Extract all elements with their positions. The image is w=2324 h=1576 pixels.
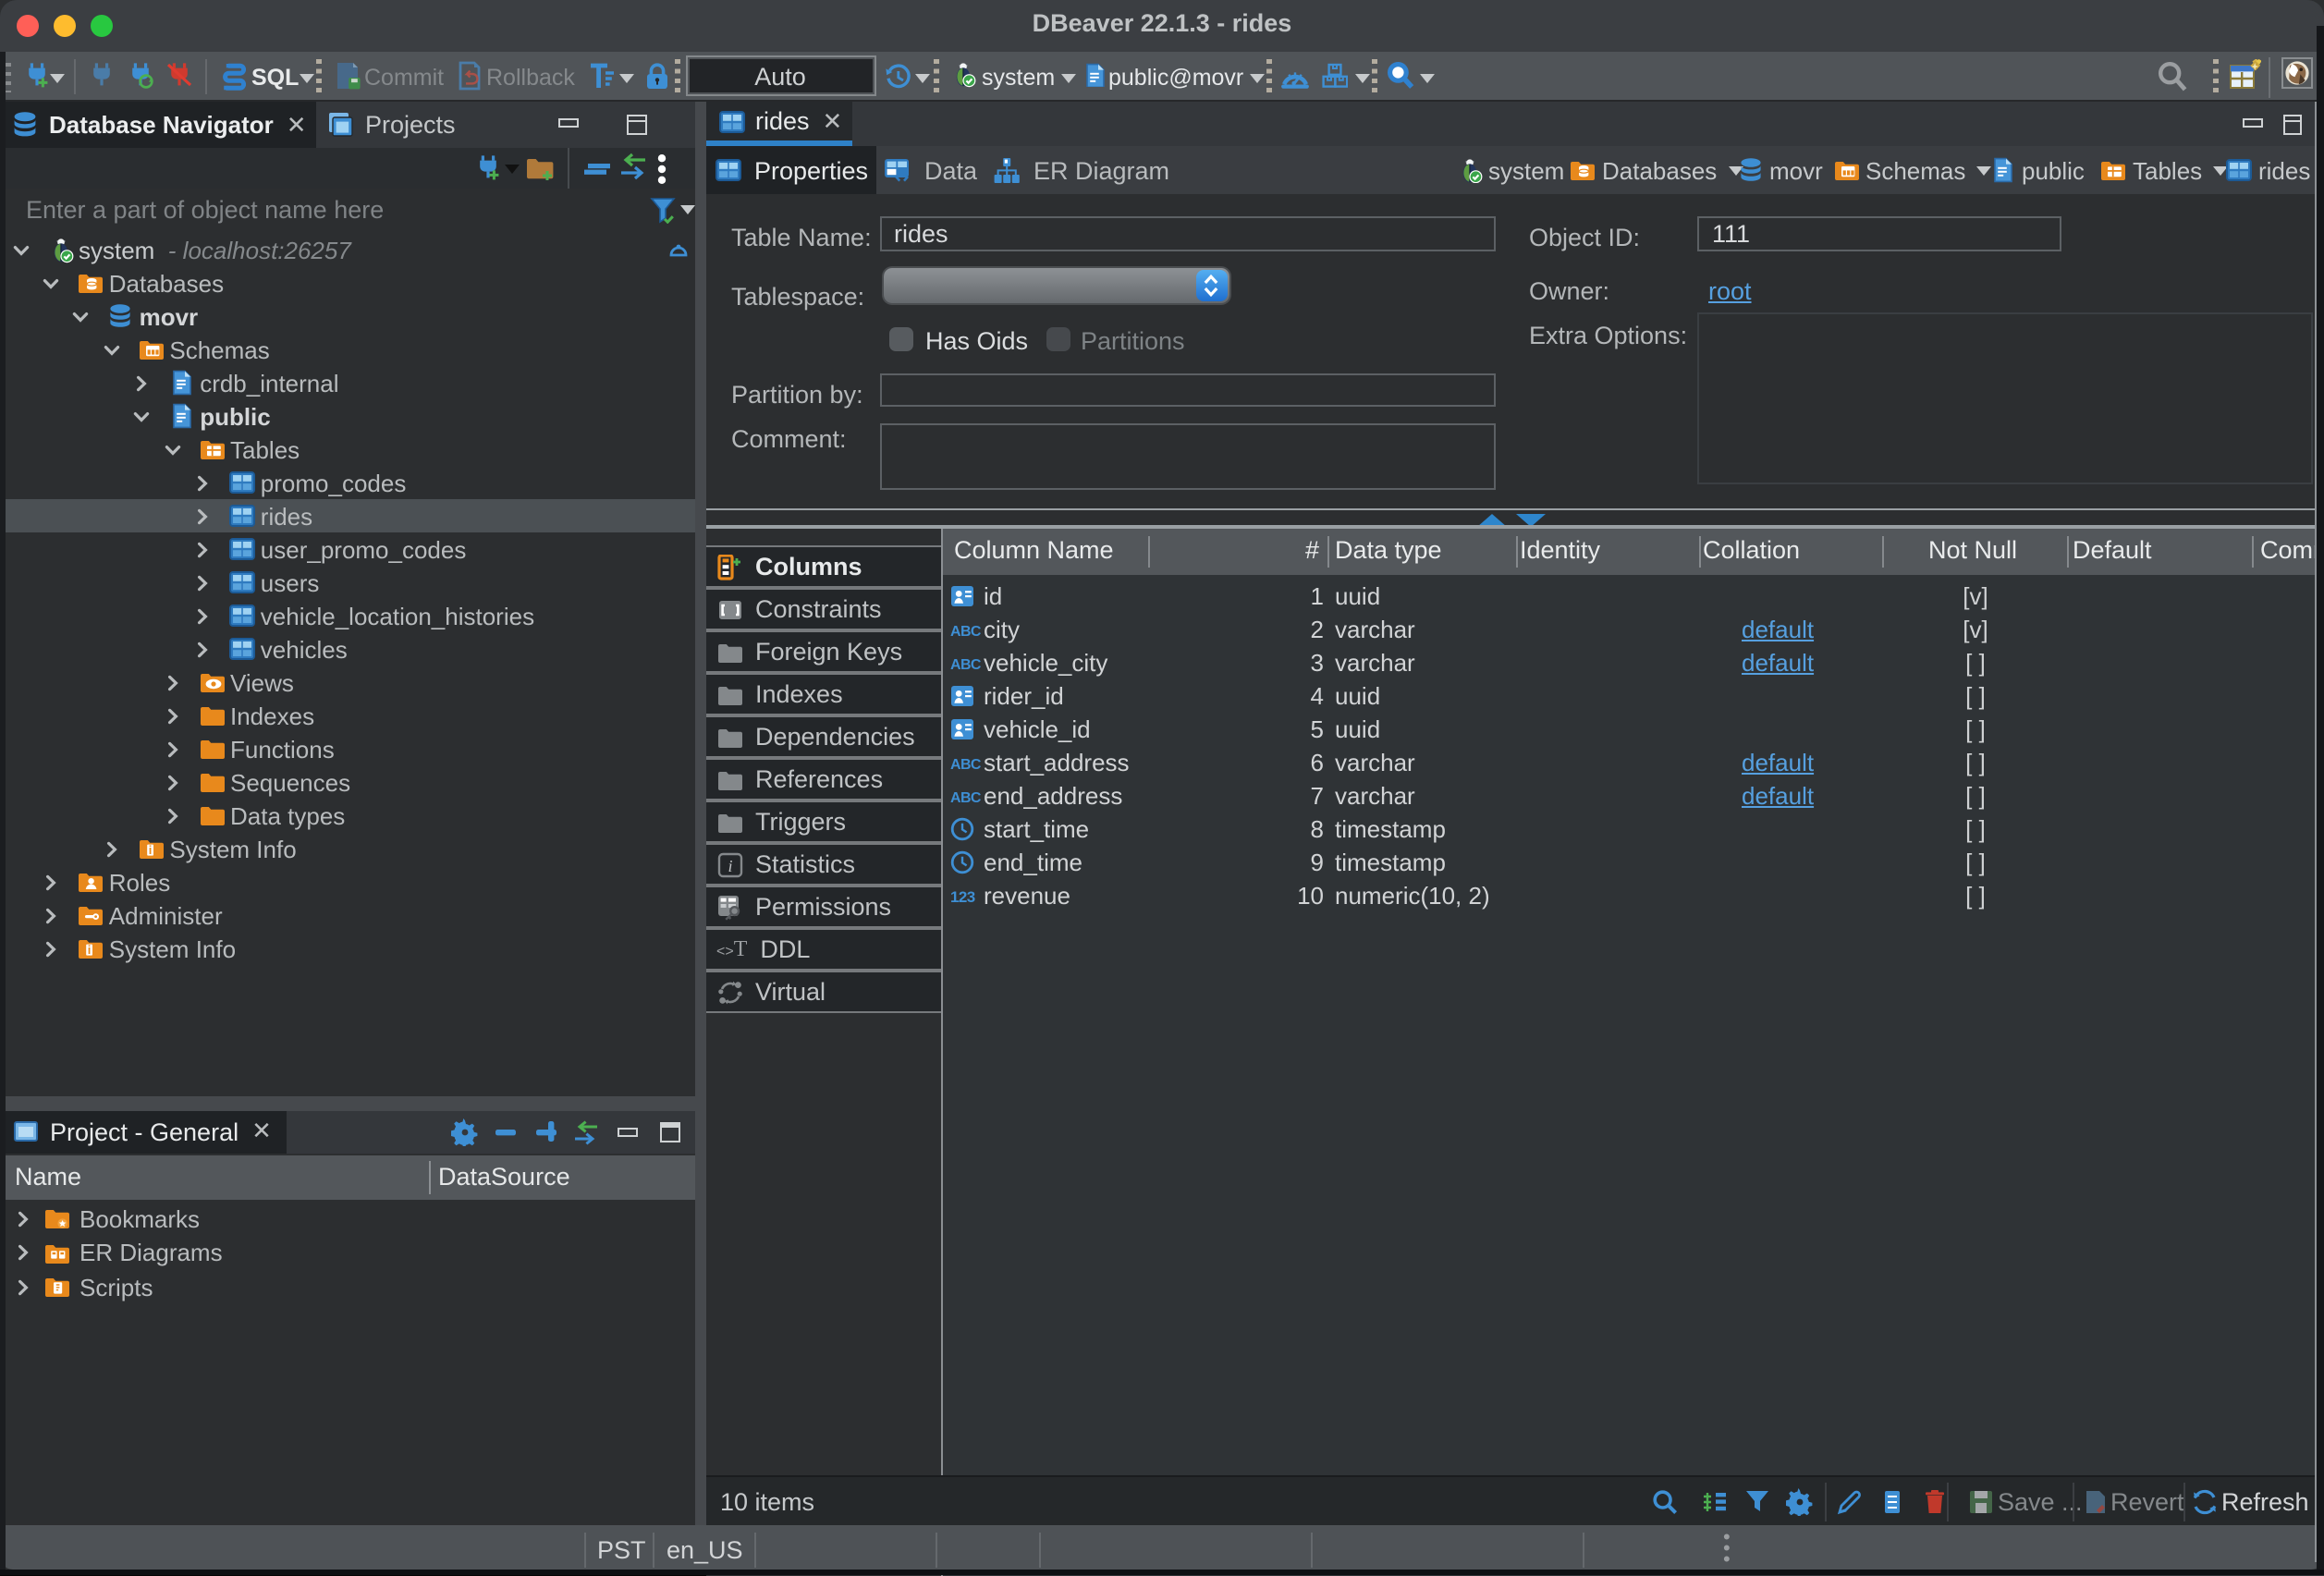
svg-text:i: i xyxy=(88,943,92,957)
svg-text:i: i xyxy=(148,843,152,857)
svg-text:i: i xyxy=(727,856,731,874)
